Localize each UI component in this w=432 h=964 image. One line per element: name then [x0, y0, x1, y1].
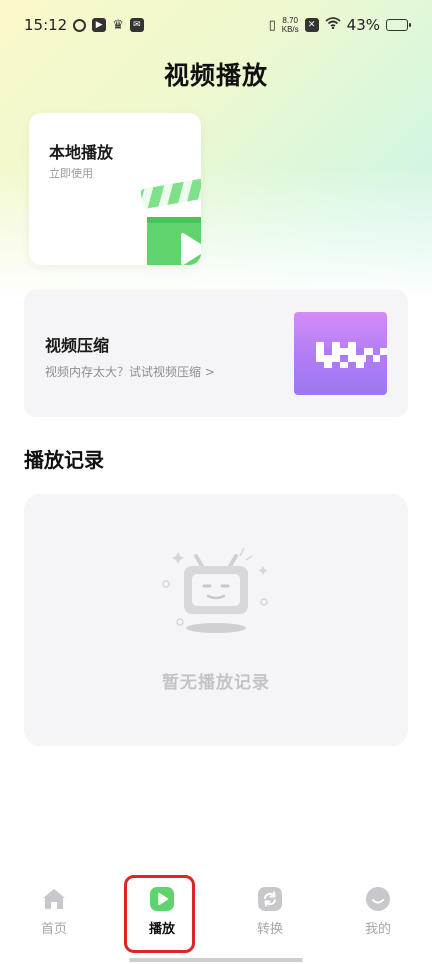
net-speed: 8.70 KB/s: [282, 16, 299, 34]
empty-history-text: 暂无播放记录: [162, 673, 270, 693]
net-speed-unit: KB/s: [281, 25, 299, 34]
tab-profile[interactable]: 我的: [324, 878, 432, 937]
clapperboard-icon: [138, 177, 201, 265]
local-play-subtitle: 立即使用: [49, 167, 93, 180]
local-play-card[interactable]: 本地播放 立即使用: [29, 113, 201, 265]
status-time: 15:12: [24, 16, 68, 34]
bottom-tab-bar: 首页 播放 转换 我的: [0, 878, 432, 948]
video-compress-card[interactable]: 视频压缩 视频内存太大？试试视频压缩 >: [24, 290, 408, 417]
profile-icon: [365, 886, 391, 912]
sync-icon: [73, 18, 87, 32]
empty-tv-icon: [162, 547, 268, 633]
status-right: ▯ 8.70 KB/s ✕ 43%: [268, 16, 411, 34]
sim-icon: ✕: [304, 18, 319, 32]
tab-home-label: 首页: [40, 922, 67, 937]
battery-icon: [386, 19, 411, 31]
status-bar: 15:12 ▶ ♛ ✉ ▯ 8.70 KB/s ✕ 43%: [0, 0, 432, 50]
net-speed-value: 8.70: [282, 16, 298, 25]
history-empty-card: 暂无播放记录: [24, 494, 408, 746]
status-left: 15:12 ▶ ♛ ✉: [24, 16, 144, 34]
history-section-title: 播放记录: [24, 448, 104, 472]
page-title: 视频播放: [163, 61, 268, 90]
battery-percent: 43%: [346, 16, 380, 34]
mail-icon: ✉: [129, 18, 144, 32]
home-indicator[interactable]: [129, 958, 303, 962]
compress-subtitle: 视频内存太大？试试视频压缩 >: [45, 365, 215, 379]
convert-icon: [257, 886, 283, 912]
play-tab-highlight-box: [124, 875, 195, 953]
wifi-icon: [325, 17, 341, 33]
vibrate-icon: ▯: [268, 17, 276, 33]
compress-title: 视频压缩: [45, 336, 110, 355]
tab-profile-label: 我的: [364, 922, 391, 937]
local-play-title: 本地播放: [49, 143, 114, 162]
tab-home[interactable]: 首页: [0, 878, 108, 937]
media-app-icon: ▶: [92, 18, 107, 32]
crown-icon: ♛: [112, 17, 124, 33]
compress-illustration-icon: [294, 312, 387, 395]
tab-convert-label: 转换: [256, 922, 283, 937]
home-icon: [41, 886, 67, 912]
tab-convert[interactable]: 转换: [216, 878, 324, 937]
